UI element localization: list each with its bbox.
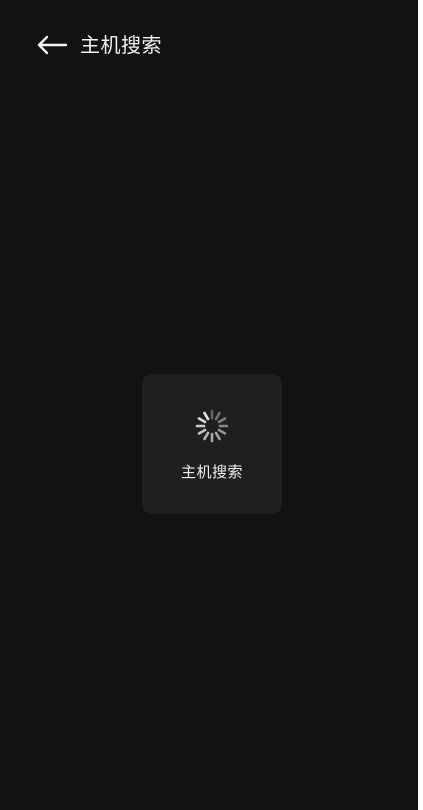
spinner-spoke (217, 428, 227, 435)
spinner-spoke (197, 428, 207, 435)
spinner-spoke (203, 411, 210, 421)
right-edge (418, 0, 423, 810)
spinner-spoke (217, 417, 227, 424)
spinner-spoke (197, 417, 207, 424)
spinner-spoke (203, 431, 210, 441)
loading-toast: 主机搜索 (142, 374, 282, 514)
back-button[interactable] (34, 31, 70, 59)
spinner-spoke (214, 431, 221, 441)
page-title: 主机搜索 (80, 33, 162, 57)
spinner-icon (195, 409, 229, 443)
top-bar: 主机搜索 (0, 22, 418, 68)
spinner-spoke (214, 411, 221, 421)
arrow-left-icon (37, 35, 68, 55)
loading-label: 主机搜索 (180, 463, 243, 481)
app-screen: 主机搜索 主机搜索 (0, 0, 418, 810)
